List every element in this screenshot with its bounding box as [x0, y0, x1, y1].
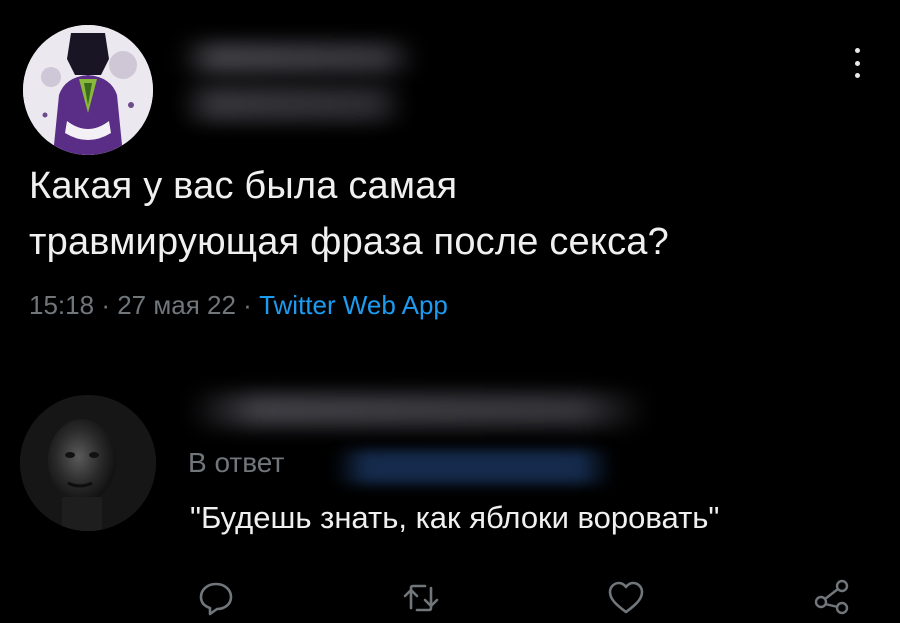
reply-to-label: В ответ [188, 447, 285, 478]
dark-photo-avatar-image [20, 395, 156, 531]
meta-separator-2: · [243, 290, 252, 320]
tweet-text-line-2: травмирующая фраза после секса? [29, 221, 669, 263]
heart-icon[interactable] [606, 578, 646, 618]
author-avatar[interactable] [23, 25, 153, 155]
tweet-meta: 15:18 · 27 мая 22 · Twitter Web App [29, 290, 448, 321]
tweet-text: Какая у вас была самая травмирующая фраз… [29, 158, 889, 270]
author-handle-redacted [178, 86, 408, 122]
reply-author-avatar[interactable] [20, 395, 156, 531]
retweet-icon[interactable] [401, 578, 441, 618]
reply-text: "Будешь знать, как яблоки воровать" [190, 500, 720, 535]
purple-figure-avatar-image [23, 25, 153, 155]
meta-separator: · [101, 290, 110, 320]
more-options-icon[interactable] [845, 48, 869, 78]
reply-author-redacted [188, 393, 648, 427]
comment-icon[interactable] [196, 578, 236, 618]
tweet-time: 15:18 [29, 290, 95, 320]
reply-to-handle-redacted[interactable] [333, 450, 613, 484]
tweet-source-link[interactable]: Twitter Web App [259, 290, 448, 320]
tweet-date: 27 мая 22 [117, 290, 236, 320]
share-icon[interactable] [812, 576, 852, 616]
author-name-redacted [178, 42, 418, 74]
tweet-text-line-1: Какая у вас была самая [29, 165, 458, 207]
